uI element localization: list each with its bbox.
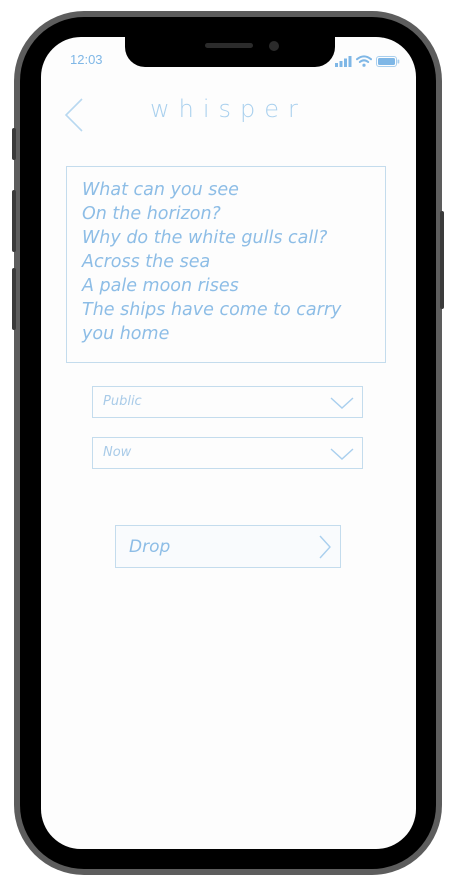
volume-down-button [12,268,16,330]
visibility-select-value: Public [103,394,142,409]
visibility-select[interactable]: Public [92,386,363,418]
schedule-select[interactable]: Now [92,437,363,469]
drop-button[interactable]: Drop [115,525,341,568]
status-icons [335,55,400,67]
front-camera [269,41,279,51]
app-title: whisper [150,95,307,123]
battery-icon [376,55,400,67]
poem-line: A pale moon rises [82,276,239,296]
volume-up-button [12,190,16,252]
chevron-down-icon [330,397,354,409]
poem-line: Why do the white gulls call? [82,228,328,248]
status-time: 12:03 [70,52,103,67]
signal-icon [335,55,352,67]
poem-line: The ships have come to carry [82,300,342,320]
poem-line: What can you see [82,180,239,200]
power-button [440,211,444,309]
notch [125,37,335,67]
poem-textarea[interactable]: What can you see On the horizon? Why do … [66,166,386,363]
chevron-right-icon [319,535,331,559]
silent-switch [12,128,16,160]
drop-button-label: Drop [129,537,171,557]
speaker-grille [205,43,253,48]
poem-line: Across the sea [82,252,211,272]
app-screen: 12:03 whisper What can you see On the ho… [41,37,416,849]
wifi-icon [356,55,372,67]
chevron-down-icon [330,448,354,460]
poem-line: you home [82,324,170,344]
poem-line: On the horizon? [82,204,221,224]
schedule-select-value: Now [103,445,132,460]
